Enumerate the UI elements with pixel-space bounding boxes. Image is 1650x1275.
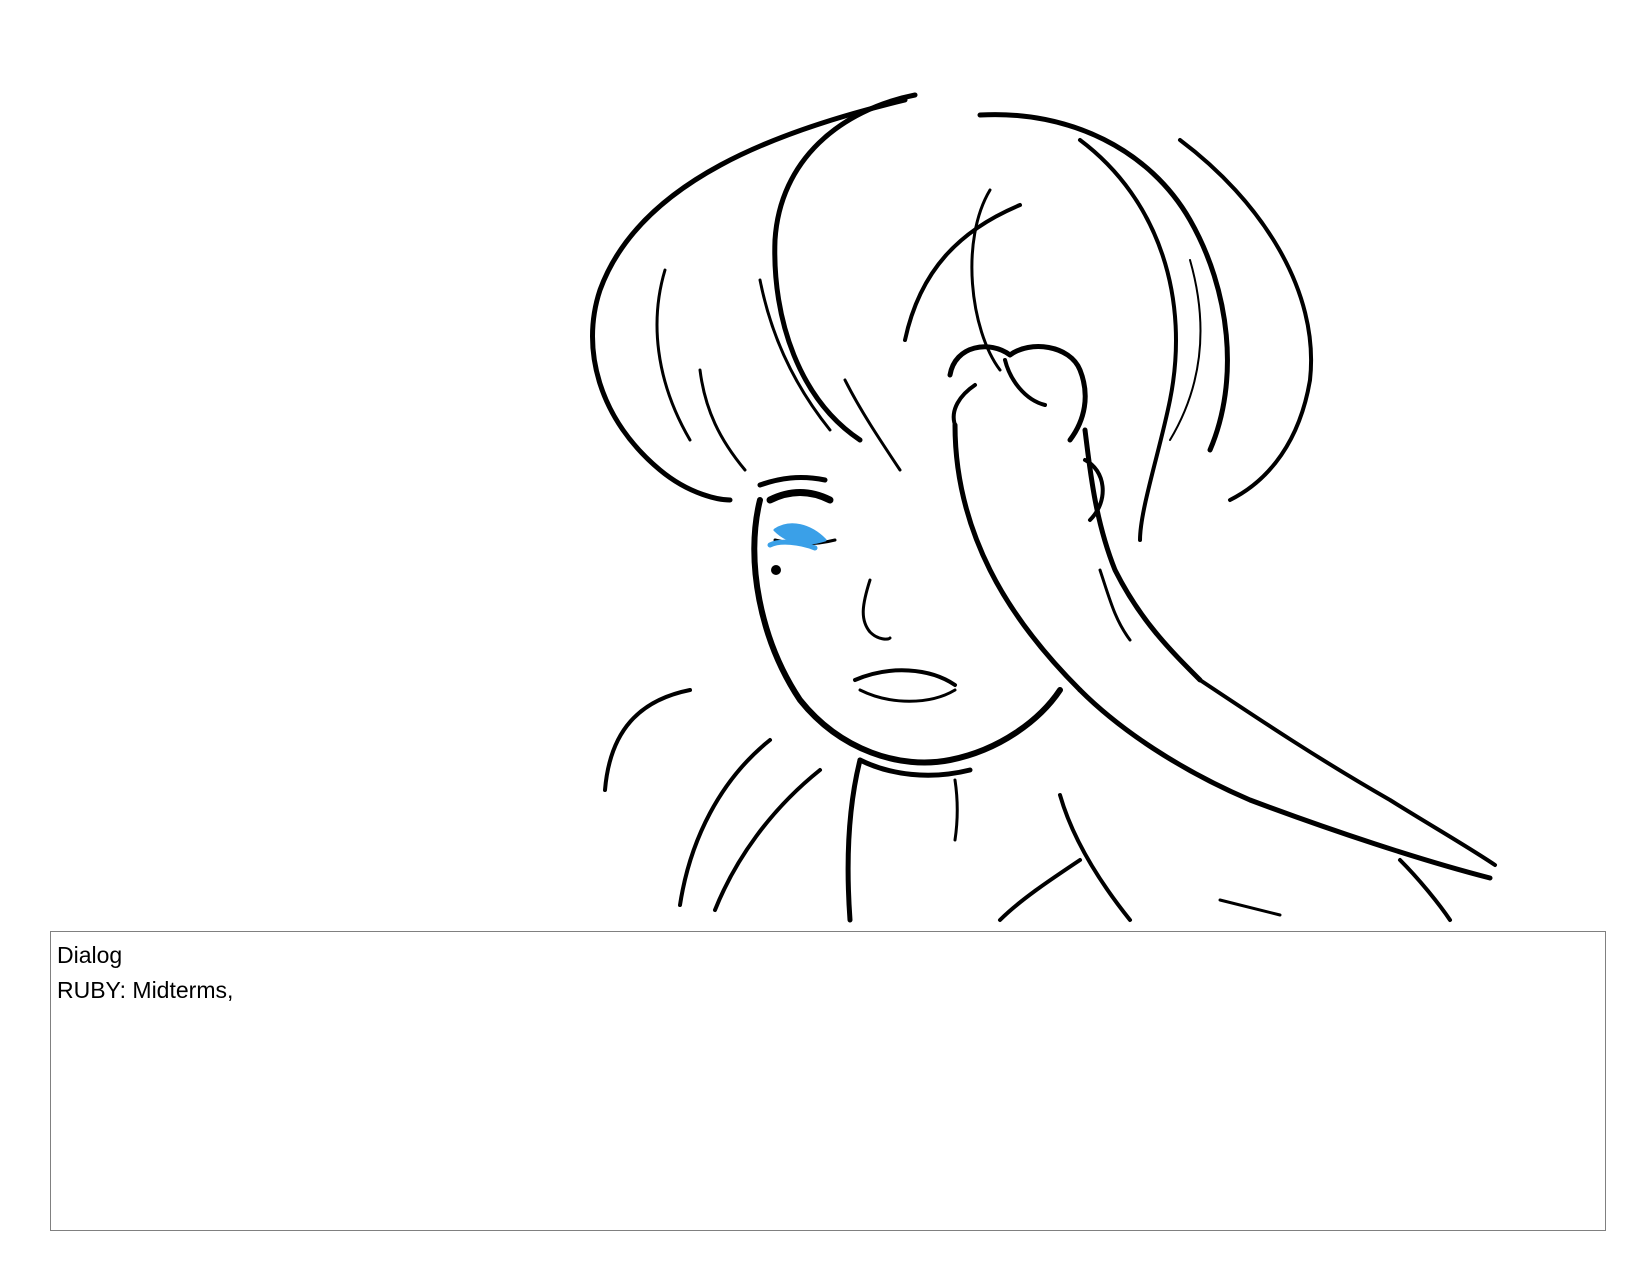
collar bbox=[1058, 793, 1132, 922]
character-sketch-icon bbox=[590, 92, 1497, 923]
eyebrow bbox=[757, 475, 828, 488]
sleeve bbox=[1218, 898, 1282, 917]
shoulder-right bbox=[998, 858, 1082, 922]
hand-finger-1 bbox=[1003, 358, 1047, 407]
hair-strand-left-2 bbox=[698, 368, 747, 472]
arm-lower bbox=[1077, 687, 1493, 881]
dialog-line: RUBY: Midterms, bbox=[57, 977, 234, 1003]
nose bbox=[861, 578, 892, 641]
dialog-heading: Dialog bbox=[57, 942, 123, 968]
hair-tuft bbox=[1098, 568, 1132, 642]
hair-strand-left-1 bbox=[655, 268, 692, 442]
storyboard-panel bbox=[0, 0, 1650, 925]
hand-outer bbox=[1082, 427, 1203, 683]
shoulder-left-2 bbox=[713, 768, 822, 912]
hair-bang-3 bbox=[843, 378, 902, 472]
hair-lower-left bbox=[603, 688, 692, 792]
hand-wrist bbox=[952, 422, 1083, 693]
eye-lash-top bbox=[766, 489, 834, 504]
hand-fist bbox=[947, 344, 1088, 443]
mouth-upper bbox=[853, 668, 957, 687]
beauty-mark bbox=[771, 565, 781, 575]
tear-streak bbox=[767, 539, 818, 551]
dialog-panel: Dialog RUBY: Midterms, bbox=[50, 931, 1606, 1231]
hair-bang-1 bbox=[903, 203, 1022, 342]
hair-strand-right-1 bbox=[1078, 138, 1178, 542]
hair-crown bbox=[772, 92, 918, 443]
arm-edge bbox=[1398, 858, 1452, 922]
shoulder-left-1 bbox=[678, 738, 772, 907]
hand-finger-2 bbox=[951, 383, 977, 427]
neck-left bbox=[845, 757, 863, 923]
hair-crown-right bbox=[977, 112, 1230, 453]
neck-right bbox=[953, 778, 959, 842]
mouth-lower bbox=[858, 688, 957, 703]
